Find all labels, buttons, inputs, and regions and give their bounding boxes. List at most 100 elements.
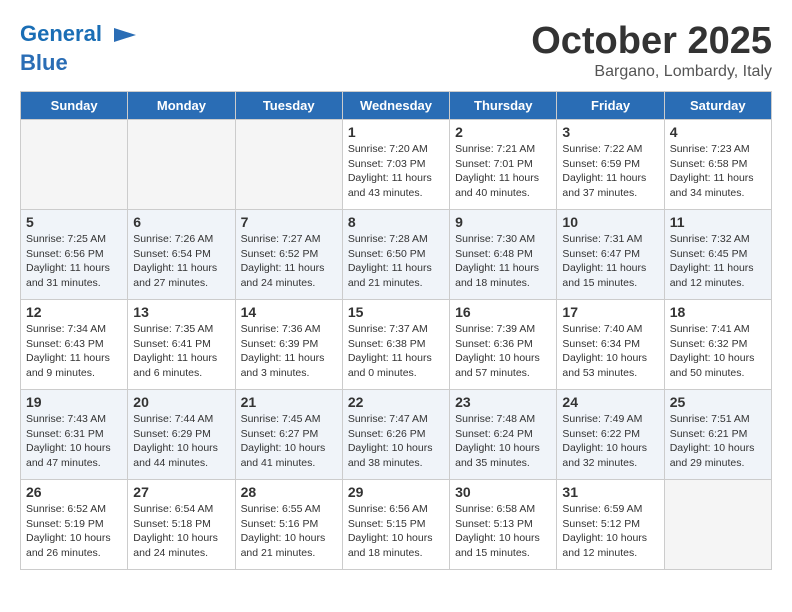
day-number: 14 [241,304,337,320]
calendar-cell: 7Sunrise: 7:27 AMSunset: 6:52 PMDaylight… [235,210,342,300]
day-info: Sunrise: 7:51 AMSunset: 6:21 PMDaylight:… [670,412,766,471]
calendar-cell [21,120,128,210]
day-number: 13 [133,304,229,320]
day-number: 31 [562,484,658,500]
day-number: 24 [562,394,658,410]
day-info: Sunrise: 7:26 AMSunset: 6:54 PMDaylight:… [133,232,229,291]
calendar-cell: 29Sunrise: 6:56 AMSunset: 5:15 PMDayligh… [342,480,449,570]
calendar-week-1: 5 Sunrise: 7:25 AMSunset: 6:56 PMDaylight… [21,210,772,300]
calendar-cell: 19 Sunrise: 7:43 AMSunset: 6:31 PMDayligh… [21,390,128,480]
day-number: 28 [241,484,337,500]
calendar-cell: 17 Sunrise: 7:40 AMSunset: 6:34 PMDayligh… [557,300,664,390]
day-info: Sunrise: 7:34 AMSunset: 6:43 PMDaylight:… [26,322,122,381]
calendar-cell: 3 Sunrise: 7:22 AMSunset: 6:59 PMDaylight… [557,120,664,210]
calendar-cell: 13 Sunrise: 7:35 AMSunset: 6:41 PMDayligh… [128,300,235,390]
calendar-cell: 24 Sunrise: 7:49 AMSunset: 6:22 PMDayligh… [557,390,664,480]
day-info: Sunrise: 7:30 AMSunset: 6:48 PMDaylight:… [455,232,551,291]
day-info: Sunrise: 7:21 AMSunset: 7:01 PMDaylight:… [455,142,551,201]
page-header: General Blue October 2025 Bargano, Lomba… [20,20,772,81]
calendar-week-4: 26Sunrise: 6:52 AMSunset: 5:19 PMDayligh… [21,480,772,570]
calendar-cell: 8Sunrise: 7:28 AMSunset: 6:50 PMDaylight… [342,210,449,300]
calendar-cell: 18Sunrise: 7:41 AMSunset: 6:32 PMDayligh… [664,300,771,390]
day-info: Sunrise: 6:58 AMSunset: 5:13 PMDaylight:… [455,502,551,561]
day-info: Sunrise: 7:23 AMSunset: 6:58 PMDaylight:… [670,142,766,201]
day-info: Sunrise: 7:35 AMSunset: 6:41 PMDaylight:… [133,322,229,381]
day-number: 16 [455,304,551,320]
day-number: 7 [241,214,337,230]
day-number: 3 [562,124,658,140]
calendar-header-row: SundayMondayTuesdayWednesdayThursdayFrid… [21,92,772,120]
calendar-cell: 30 Sunrise: 6:58 AMSunset: 5:13 PMDayligh… [450,480,557,570]
day-number: 18 [670,304,766,320]
calendar-cell: 5 Sunrise: 7:25 AMSunset: 6:56 PMDaylight… [21,210,128,300]
day-number: 29 [348,484,444,500]
day-number: 20 [133,394,229,410]
day-number: 15 [348,304,444,320]
day-number: 4 [670,124,766,140]
calendar-cell: 21 Sunrise: 7:45 AMSunset: 6:27 PMDayligh… [235,390,342,480]
day-number: 5 [26,214,122,230]
day-number: 9 [455,214,551,230]
header-thursday: Thursday [450,92,557,120]
day-number: 30 [455,484,551,500]
logo-line1: General [20,21,102,46]
day-number: 1 [348,124,444,140]
day-info: Sunrise: 7:40 AMSunset: 6:34 PMDaylight:… [562,322,658,381]
header-sunday: Sunday [21,92,128,120]
day-info: Sunrise: 7:39 AMSunset: 6:36 PMDaylight:… [455,322,551,381]
day-number: 10 [562,214,658,230]
day-info: Sunrise: 6:52 AMSunset: 5:19 PMDaylight:… [26,502,122,561]
day-number: 11 [670,214,766,230]
day-info: Sunrise: 7:25 AMSunset: 6:56 PMDaylight:… [26,232,122,291]
calendar-table: SundayMondayTuesdayWednesdayThursdayFrid… [20,91,772,570]
calendar-week-2: 12Sunrise: 7:34 AMSunset: 6:43 PMDayligh… [21,300,772,390]
logo-icon [110,20,140,50]
day-info: Sunrise: 7:20 AMSunset: 7:03 PMDaylight:… [348,142,444,201]
header-friday: Friday [557,92,664,120]
day-number: 21 [241,394,337,410]
logo-line2: Blue [20,50,140,75]
calendar-cell [235,120,342,210]
calendar-cell [128,120,235,210]
day-info: Sunrise: 6:54 AMSunset: 5:18 PMDaylight:… [133,502,229,561]
day-number: 8 [348,214,444,230]
day-info: Sunrise: 7:49 AMSunset: 6:22 PMDaylight:… [562,412,658,471]
day-number: 6 [133,214,229,230]
day-number: 2 [455,124,551,140]
day-info: Sunrise: 7:47 AMSunset: 6:26 PMDaylight:… [348,412,444,471]
day-number: 22 [348,394,444,410]
calendar-cell: 2 Sunrise: 7:21 AMSunset: 7:01 PMDaylight… [450,120,557,210]
header-wednesday: Wednesday [342,92,449,120]
header-saturday: Saturday [664,92,771,120]
calendar-week-3: 19 Sunrise: 7:43 AMSunset: 6:31 PMDayligh… [21,390,772,480]
day-number: 17 [562,304,658,320]
day-info: Sunrise: 7:31 AMSunset: 6:47 PMDaylight:… [562,232,658,291]
day-info: Sunrise: 7:44 AMSunset: 6:29 PMDaylight:… [133,412,229,471]
calendar-cell: 11 Sunrise: 7:32 AMSunset: 6:45 PMDayligh… [664,210,771,300]
day-info: Sunrise: 7:43 AMSunset: 6:31 PMDaylight:… [26,412,122,471]
calendar-cell: 9 Sunrise: 7:30 AMSunset: 6:48 PMDaylight… [450,210,557,300]
day-number: 19 [26,394,122,410]
calendar-cell: 1 Sunrise: 7:20 AMSunset: 7:03 PMDaylight… [342,120,449,210]
day-info: Sunrise: 7:22 AMSunset: 6:59 PMDaylight:… [562,142,658,201]
calendar-cell: 26Sunrise: 6:52 AMSunset: 5:19 PMDayligh… [21,480,128,570]
day-number: 23 [455,394,551,410]
calendar-cell: 10 Sunrise: 7:31 AMSunset: 6:47 PMDayligh… [557,210,664,300]
day-info: Sunrise: 6:55 AMSunset: 5:16 PMDaylight:… [241,502,337,561]
month-title: October 2025 [531,20,772,63]
day-info: Sunrise: 7:48 AMSunset: 6:24 PMDaylight:… [455,412,551,471]
calendar-cell: 6 Sunrise: 7:26 AMSunset: 6:54 PMDaylight… [128,210,235,300]
calendar-cell: 14Sunrise: 7:36 AMSunset: 6:39 PMDayligh… [235,300,342,390]
calendar-cell: 31Sunrise: 6:59 AMSunset: 5:12 PMDayligh… [557,480,664,570]
logo: General Blue [20,20,140,75]
calendar-cell: 23 Sunrise: 7:48 AMSunset: 6:24 PMDayligh… [450,390,557,480]
calendar-cell: 25Sunrise: 7:51 AMSunset: 6:21 PMDayligh… [664,390,771,480]
day-info: Sunrise: 7:45 AMSunset: 6:27 PMDaylight:… [241,412,337,471]
calendar-cell: 27Sunrise: 6:54 AMSunset: 5:18 PMDayligh… [128,480,235,570]
calendar-cell: 15Sunrise: 7:37 AMSunset: 6:38 PMDayligh… [342,300,449,390]
calendar-cell: 22 Sunrise: 7:47 AMSunset: 6:26 PMDayligh… [342,390,449,480]
calendar-cell: 28 Sunrise: 6:55 AMSunset: 5:16 PMDayligh… [235,480,342,570]
day-info: Sunrise: 7:32 AMSunset: 6:45 PMDaylight:… [670,232,766,291]
calendar-cell: 16 Sunrise: 7:39 AMSunset: 6:36 PMDayligh… [450,300,557,390]
calendar-cell: 20 Sunrise: 7:44 AMSunset: 6:29 PMDayligh… [128,390,235,480]
